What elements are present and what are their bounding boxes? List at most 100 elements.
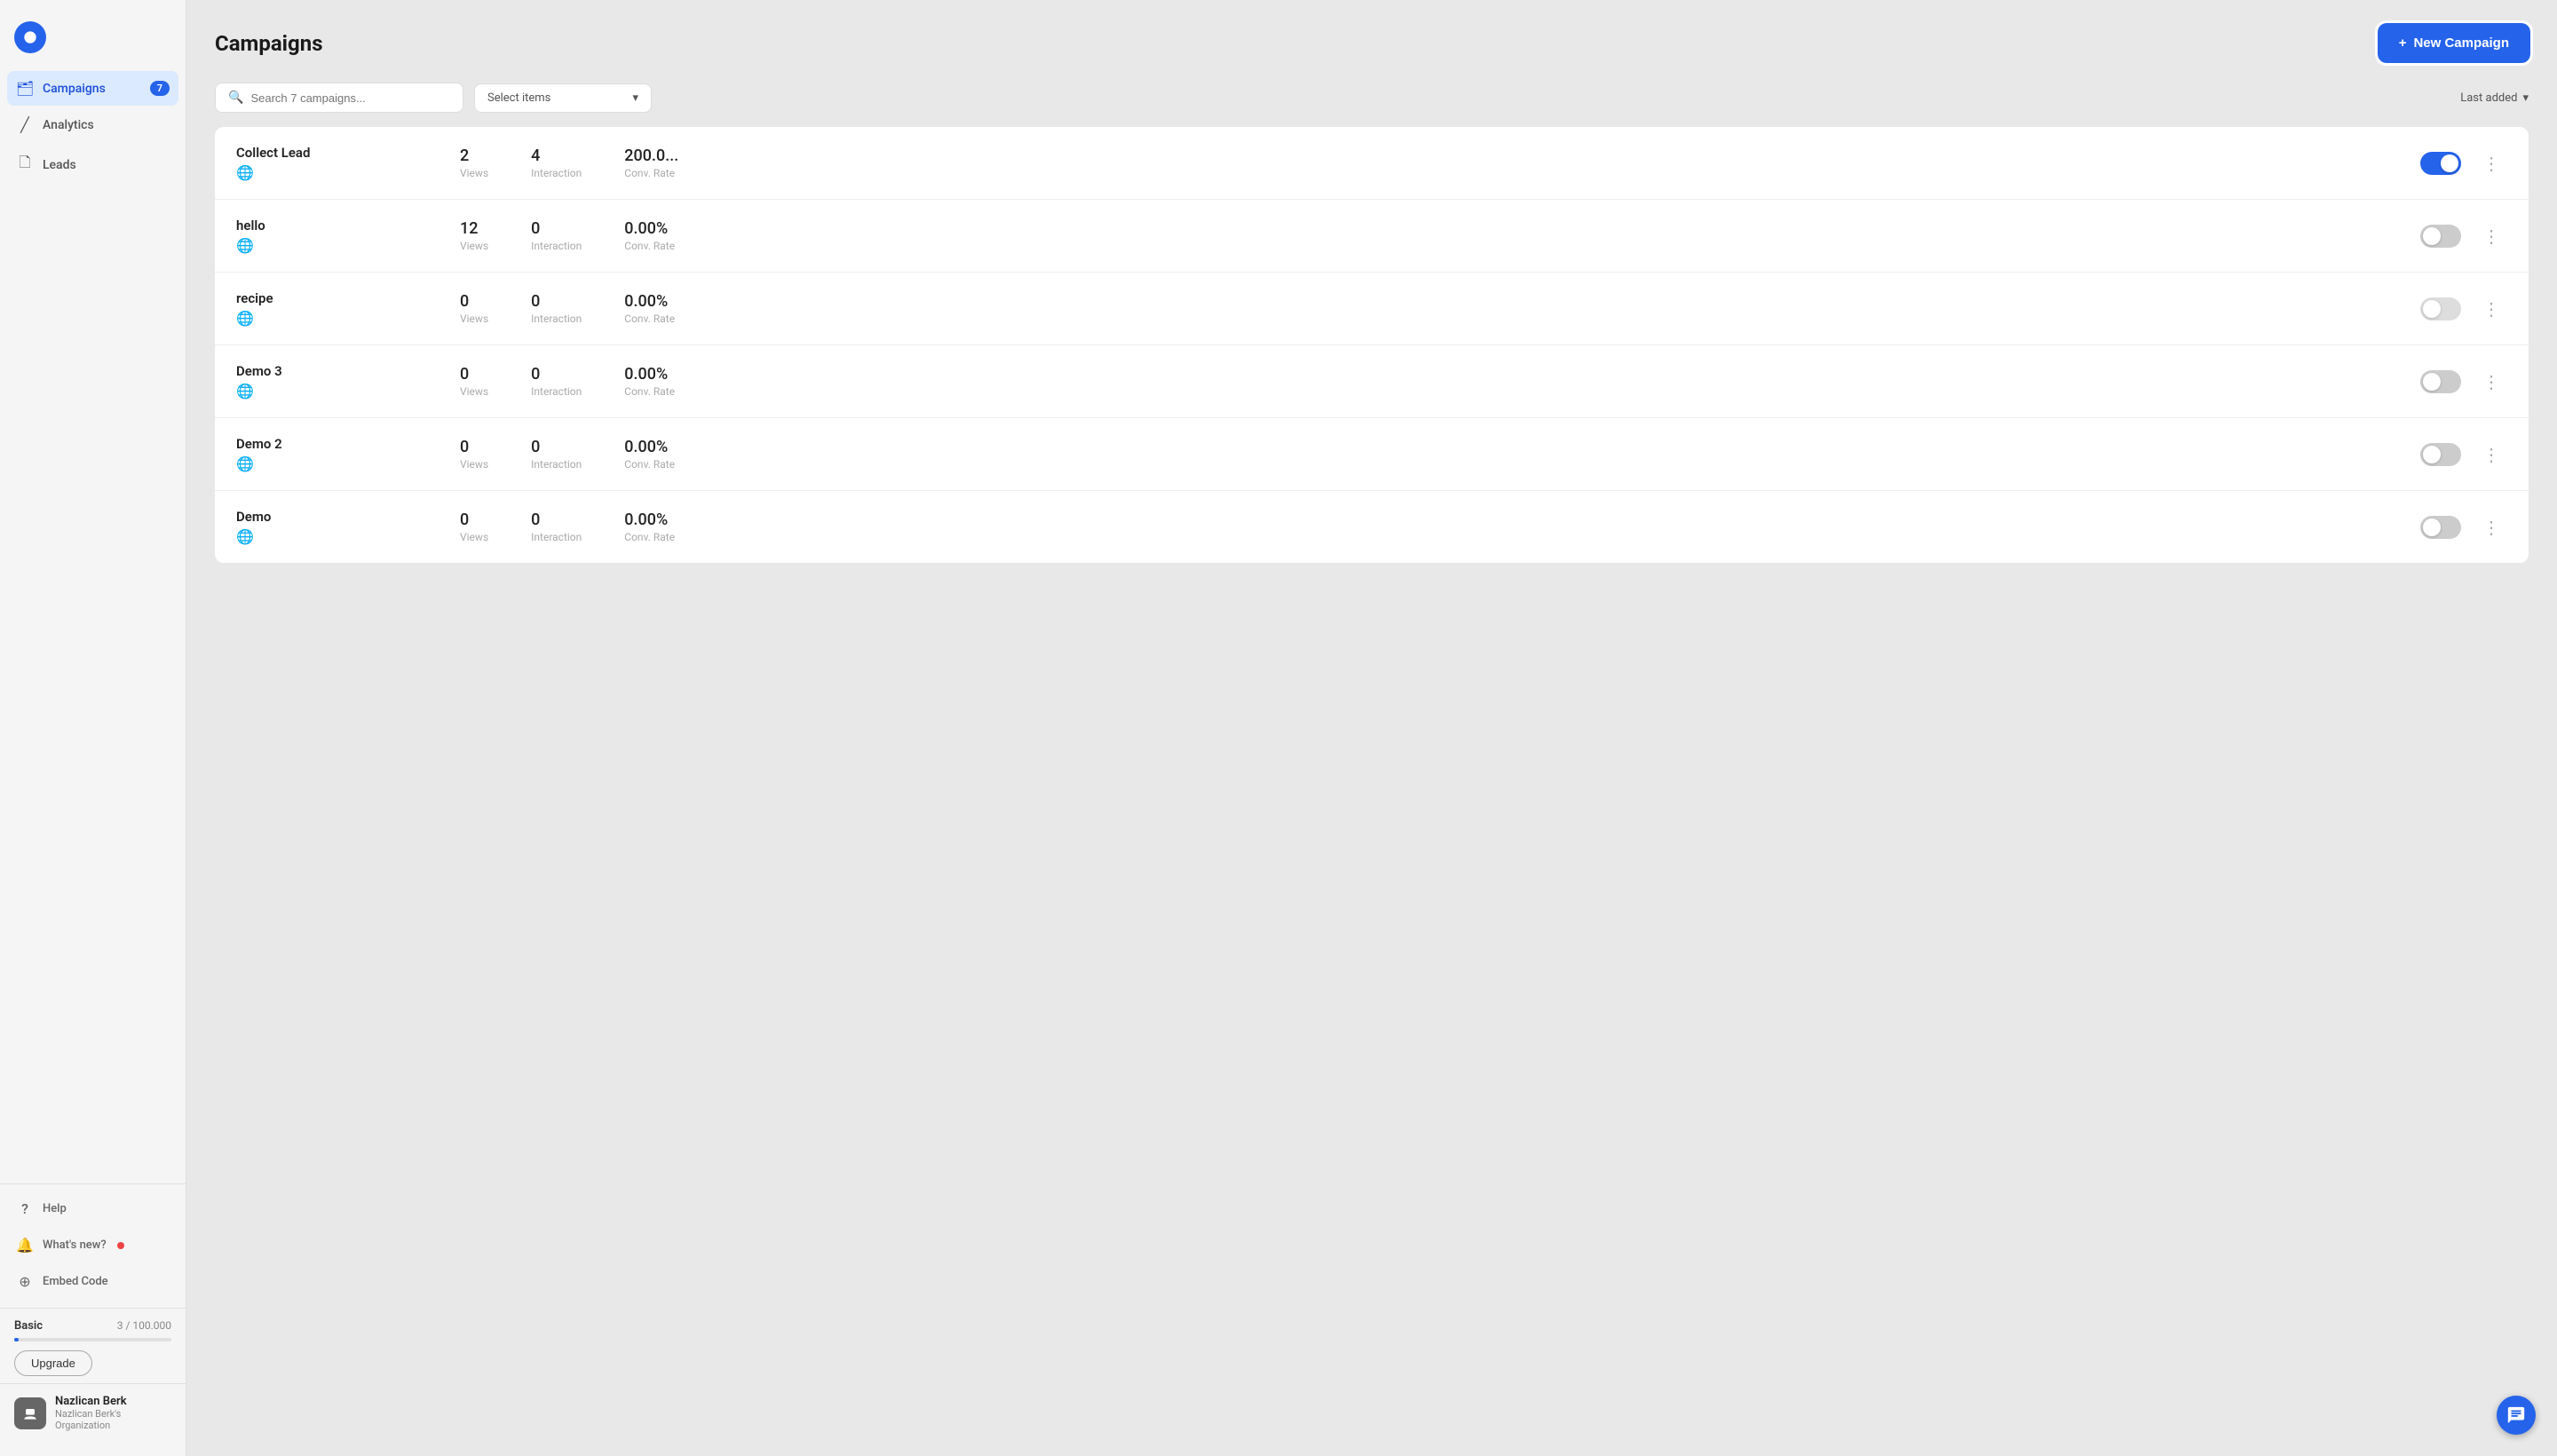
views-label: Views bbox=[460, 458, 488, 471]
logo-area bbox=[0, 14, 186, 71]
app-logo[interactable] bbox=[14, 21, 46, 53]
interaction-value: 4 bbox=[531, 146, 582, 165]
search-input[interactable] bbox=[250, 91, 450, 105]
more-options-button[interactable]: ⋮ bbox=[2475, 515, 2507, 540]
campaign-name: Demo 2 bbox=[236, 436, 431, 452]
views-stat: 0 Views bbox=[460, 292, 488, 325]
campaign-actions: ⋮ bbox=[2420, 369, 2507, 394]
more-options-button[interactable]: ⋮ bbox=[2475, 369, 2507, 394]
interaction-value: 0 bbox=[531, 292, 582, 311]
conv-rate-value: 0.00% bbox=[624, 438, 675, 456]
views-value: 0 bbox=[460, 510, 488, 529]
views-label: Views bbox=[460, 385, 488, 398]
campaign-card[interactable]: Demo 3 🌐 0 Views 0 Interaction 0.00% Con… bbox=[215, 345, 2529, 418]
conv-rate-stat: 0.00% Conv. Rate bbox=[624, 438, 675, 471]
sidebar-item-campaigns[interactable]: 🗂 Campaigns 7 bbox=[7, 71, 178, 106]
user-name: Nazlican Berk bbox=[55, 1395, 171, 1408]
campaign-stats: 0 Views 0 Interaction 0.00% Conv. Rate bbox=[460, 365, 2420, 398]
sort-label: Last added bbox=[2460, 91, 2517, 105]
user-section: Nazlican Berk Nazlican Berk's Organizati… bbox=[0, 1383, 186, 1442]
campaign-toggle[interactable] bbox=[2420, 516, 2461, 539]
campaign-toggle[interactable] bbox=[2420, 152, 2461, 175]
sidebar-item-leads[interactable]: 🗋 Leads bbox=[7, 144, 178, 186]
globe-icon: 🌐 bbox=[236, 237, 431, 254]
campaign-info: Demo 🌐 bbox=[236, 509, 431, 545]
sidebar-item-campaigns-label: Campaigns bbox=[43, 82, 106, 96]
sidebar-item-embed-code[interactable]: ⊕ Embed Code bbox=[7, 1264, 178, 1299]
conv-rate-label: Conv. Rate bbox=[624, 313, 675, 325]
conv-rate-stat: 0.00% Conv. Rate bbox=[624, 219, 675, 252]
user-info: Nazlican Berk Nazlican Berk's Organizati… bbox=[55, 1395, 171, 1431]
more-options-button[interactable]: ⋮ bbox=[2475, 224, 2507, 249]
campaign-toggle[interactable] bbox=[2420, 225, 2461, 248]
views-label: Views bbox=[460, 531, 488, 543]
interaction-label: Interaction bbox=[531, 531, 582, 543]
sort-control[interactable]: Last added ▾ bbox=[2460, 91, 2529, 105]
interaction-stat: 4 Interaction bbox=[531, 146, 582, 179]
views-label: Views bbox=[460, 240, 488, 252]
conv-rate-label: Conv. Rate bbox=[624, 167, 678, 179]
campaign-stats: 12 Views 0 Interaction 0.00% Conv. Rate bbox=[460, 219, 2420, 252]
sidebar-item-analytics-label: Analytics bbox=[43, 118, 94, 132]
globe-icon: 🌐 bbox=[236, 455, 431, 472]
search-icon: 🔍 bbox=[228, 91, 243, 105]
sort-chevron-icon: ▾ bbox=[2522, 91, 2529, 105]
campaign-toggle[interactable] bbox=[2420, 443, 2461, 466]
campaign-toggle[interactable] bbox=[2420, 370, 2461, 393]
select-items-label: Select items bbox=[487, 91, 550, 105]
embed-icon: ⊕ bbox=[16, 1273, 34, 1290]
globe-icon: 🌐 bbox=[236, 164, 431, 181]
conv-rate-stat: 0.00% Conv. Rate bbox=[624, 365, 675, 398]
campaign-stats: 0 Views 0 Interaction 0.00% Conv. Rate bbox=[460, 292, 2420, 325]
campaign-name: Demo 3 bbox=[236, 363, 431, 379]
globe-icon: 🌐 bbox=[236, 383, 431, 400]
sidebar-item-help[interactable]: ? Help bbox=[7, 1191, 178, 1226]
bell-icon: 🔔 bbox=[16, 1237, 34, 1254]
campaign-list: Collect Lead 🌐 2 Views 4 Interaction 200… bbox=[215, 127, 2529, 563]
plan-bar-background bbox=[14, 1338, 171, 1341]
views-stat: 0 Views bbox=[460, 365, 488, 398]
campaign-card[interactable]: hello 🌐 12 Views 0 Interaction 0.00% Con… bbox=[215, 200, 2529, 273]
campaign-actions: ⋮ bbox=[2420, 442, 2507, 467]
plus-icon: + bbox=[2399, 36, 2407, 51]
conv-rate-label: Conv. Rate bbox=[624, 240, 675, 252]
interaction-value: 0 bbox=[531, 510, 582, 529]
more-options-button[interactable]: ⋮ bbox=[2475, 297, 2507, 321]
new-campaign-label: New Campaign bbox=[2413, 36, 2509, 51]
interaction-label: Interaction bbox=[531, 167, 582, 179]
user-org: Nazlican Berk's Organization bbox=[55, 1408, 171, 1431]
main-content: Campaigns + New Campaign 🔍 Select items … bbox=[186, 0, 2557, 1456]
interaction-label: Interaction bbox=[531, 385, 582, 398]
campaign-card[interactable]: Collect Lead 🌐 2 Views 4 Interaction 200… bbox=[215, 127, 2529, 200]
chevron-down-icon: ▾ bbox=[632, 91, 638, 105]
sidebar-item-whats-new[interactable]: 🔔 What's new? bbox=[7, 1228, 178, 1262]
views-stat: 2 Views bbox=[460, 146, 488, 179]
plan-name: Basic bbox=[14, 1319, 43, 1333]
search-box[interactable]: 🔍 bbox=[215, 83, 463, 113]
campaign-card[interactable]: recipe 🌐 0 Views 0 Interaction 0.00% Con… bbox=[215, 273, 2529, 345]
campaign-info: recipe 🌐 bbox=[236, 290, 431, 327]
campaign-card[interactable]: Demo 2 🌐 0 Views 0 Interaction 0.00% Con… bbox=[215, 418, 2529, 491]
conv-rate-label: Conv. Rate bbox=[624, 385, 675, 398]
upgrade-button[interactable]: Upgrade bbox=[14, 1350, 92, 1376]
conv-rate-value: 0.00% bbox=[624, 510, 675, 529]
page-title: Campaigns bbox=[215, 31, 323, 56]
campaign-name: Demo bbox=[236, 509, 431, 525]
new-campaign-button[interactable]: + New Campaign bbox=[2379, 25, 2529, 61]
help-icon: ? bbox=[16, 1200, 34, 1217]
campaign-toggle[interactable] bbox=[2420, 297, 2461, 320]
campaign-card[interactable]: Demo 🌐 0 Views 0 Interaction 0.00% Conv.… bbox=[215, 491, 2529, 563]
interaction-stat: 0 Interaction bbox=[531, 219, 582, 252]
more-options-button[interactable]: ⋮ bbox=[2475, 151, 2507, 176]
chat-bubble-button[interactable] bbox=[2497, 1396, 2536, 1435]
select-items-dropdown[interactable]: Select items ▾ bbox=[474, 83, 652, 113]
conv-rate-value: 0.00% bbox=[624, 219, 675, 238]
sidebar-item-analytics[interactable]: ╱ Analytics bbox=[7, 107, 178, 142]
plan-header: Basic 3 / 100.000 bbox=[14, 1319, 171, 1333]
conv-rate-stat: 0.00% Conv. Rate bbox=[624, 292, 675, 325]
views-stat: 0 Views bbox=[460, 510, 488, 543]
more-options-button[interactable]: ⋮ bbox=[2475, 442, 2507, 467]
plan-usage: 3 / 100.000 bbox=[117, 1319, 171, 1333]
campaign-actions: ⋮ bbox=[2420, 515, 2507, 540]
campaigns-badge: 7 bbox=[150, 81, 170, 96]
